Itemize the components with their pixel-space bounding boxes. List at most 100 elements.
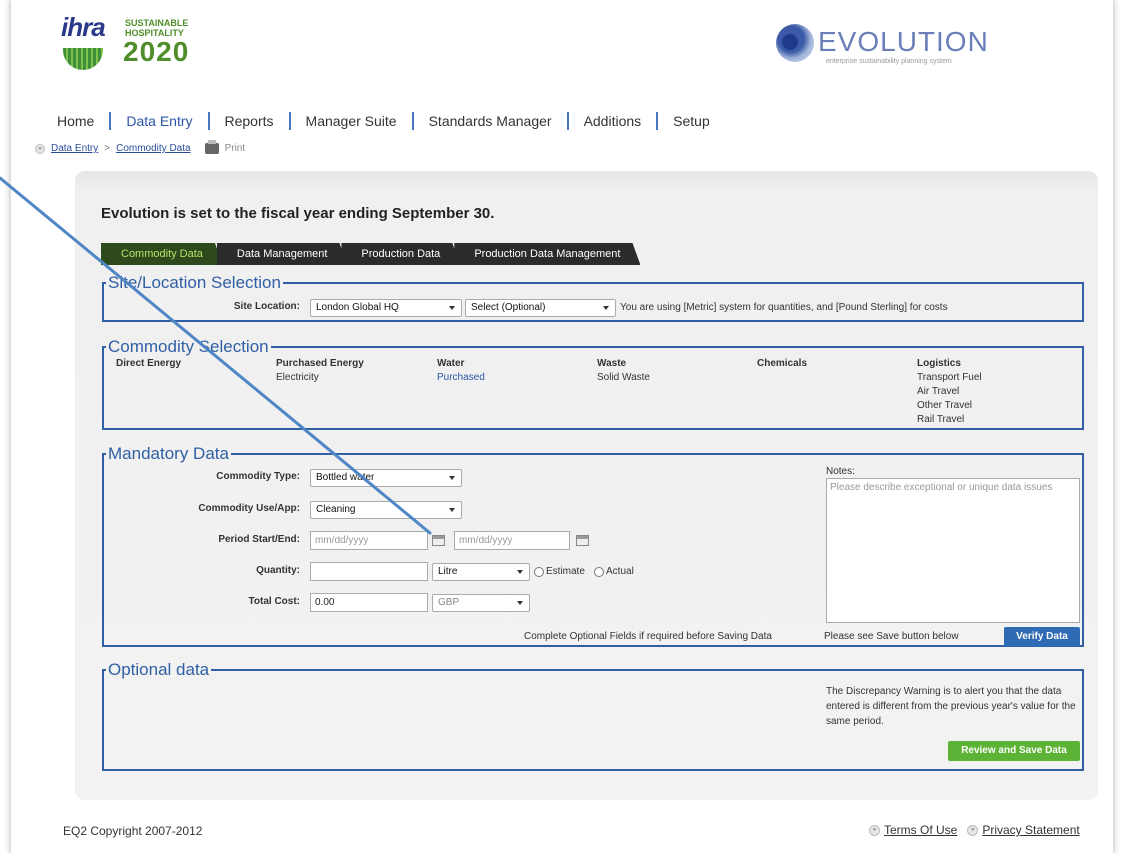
- commodity-type-select[interactable]: Bottled water: [310, 469, 462, 487]
- chevron-down-icon: [517, 570, 523, 574]
- chevron-down-icon: [603, 306, 609, 310]
- ihra-logo-text: ihra: [61, 12, 106, 42]
- notes-textarea[interactable]: Please describe exceptional or unique da…: [826, 478, 1080, 623]
- site-location-select[interactable]: London Global HQ: [310, 299, 462, 317]
- commodity-head-water: Water: [437, 358, 465, 369]
- quantity-input[interactable]: [310, 562, 428, 581]
- commodity-head-waste: Waste: [597, 358, 627, 369]
- copyright: EQ2 Copyright 2007-2012: [63, 824, 203, 838]
- period-end-input[interactable]: mm/dd/yyyy: [454, 531, 570, 550]
- commodity-type-value: Bottled water: [316, 472, 375, 483]
- chevron-down-icon: [449, 476, 455, 480]
- commodity-use-value: Cleaning: [316, 504, 356, 515]
- page: ihra SUSTAINABLE HOSPITALITY 2020 EVOLUT…: [10, 0, 1114, 853]
- data-tabs: Commodity Data Data Management Productio…: [101, 243, 634, 265]
- terms-of-use-link[interactable]: Terms Of Use: [884, 823, 957, 837]
- evolution-tagline: enterprise sustainability planning syste…: [826, 58, 952, 65]
- commodity-selection-section: Commodity Selection Direct Energy Purcha…: [102, 338, 1084, 430]
- commodity-item-solid-waste[interactable]: Solid Waste: [597, 371, 650, 385]
- optional-data-legend: Optional data: [108, 660, 210, 679]
- currency-value: GBP: [438, 597, 460, 608]
- fiscal-year-notice: Evolution is set to the fiscal year endi…: [101, 205, 495, 222]
- breadcrumb-data-entry[interactable]: Data Entry: [51, 143, 98, 154]
- tab-commodity-data[interactable]: Commodity Data: [101, 243, 223, 265]
- quantity-label: Quantity:: [256, 565, 300, 576]
- site-optional-select[interactable]: Select (Optional): [465, 299, 616, 317]
- commodity-item-air-travel[interactable]: Air Travel: [917, 385, 959, 399]
- breadcrumb-separator: >: [104, 143, 111, 154]
- site-location-value: London Global HQ: [316, 302, 399, 313]
- main-panel: Evolution is set to the fiscal year endi…: [75, 171, 1098, 800]
- period-label: Period Start/End:: [218, 534, 300, 545]
- footer-links: » Terms Of Use » Privacy Statement: [859, 823, 1080, 837]
- breadcrumb-bullet-icon: »: [35, 143, 45, 154]
- nav-setup[interactable]: Setup: [658, 112, 725, 130]
- tab-production-data[interactable]: Production Data: [341, 243, 460, 265]
- globe-icon: [63, 48, 103, 70]
- ihra-logo: ihra SUSTAINABLE HOSPITALITY 2020: [59, 12, 209, 78]
- commodity-head-logistics: Logistics: [917, 358, 961, 369]
- actual-radio[interactable]: [594, 567, 604, 577]
- estimate-radio[interactable]: [534, 567, 544, 577]
- commodity-selection-legend: Commodity Selection: [108, 337, 269, 356]
- total-cost-input[interactable]: 0.00: [310, 593, 428, 612]
- print-link[interactable]: Print: [225, 143, 246, 154]
- commodity-head-direct-energy: Direct Energy: [116, 358, 182, 369]
- mandatory-data-legend: Mandatory Data: [108, 444, 229, 463]
- chevron-down-icon: [449, 306, 455, 310]
- calendar-icon[interactable]: [432, 535, 445, 546]
- nav-standards-manager[interactable]: Standards Manager: [414, 112, 569, 130]
- chevron-down-icon: [517, 601, 523, 605]
- nav-reports[interactable]: Reports: [210, 112, 291, 130]
- sustainable-hospitality-text: SUSTAINABLE HOSPITALITY: [125, 18, 189, 38]
- printer-icon[interactable]: [204, 140, 219, 154]
- chevron-down-icon: [449, 508, 455, 512]
- commodity-item-other-travel[interactable]: Other Travel: [917, 399, 972, 413]
- nav-home[interactable]: Home: [57, 112, 112, 130]
- currency-select[interactable]: GBP: [432, 594, 530, 612]
- discrepancy-warning-note: The Discrepancy Warning is to alert you …: [826, 686, 1076, 727]
- breadcrumb-commodity-data[interactable]: Commodity Data: [116, 143, 190, 154]
- main-nav: Home Data Entry Reports Manager Suite St…: [57, 110, 725, 132]
- commodity-item-rail-travel[interactable]: Rail Travel: [917, 413, 964, 427]
- year-2020-text: 2020: [123, 36, 190, 67]
- site-location-section: Site/Location Selection Site Location: L…: [102, 274, 1084, 322]
- commodity-item-purchased[interactable]: Purchased: [437, 371, 485, 385]
- review-save-button[interactable]: Review and Save Data: [948, 741, 1080, 761]
- evolution-logo: EVOLUTION enterprise sustainability plan…: [776, 22, 989, 68]
- estimate-label: Estimate: [546, 566, 585, 577]
- commodity-type-label: Commodity Type:: [216, 471, 300, 482]
- commodity-head-chemicals: Chemicals: [757, 358, 808, 369]
- system-units-note: You are using [Metric] system for quanti…: [620, 302, 948, 313]
- see-save-note: Please see Save button below: [824, 631, 959, 642]
- site-optional-value: Select (Optional): [471, 302, 546, 313]
- footer-bullet-icon: »: [967, 824, 979, 836]
- nav-data-entry[interactable]: Data Entry: [111, 112, 210, 130]
- verify-data-button[interactable]: Verify Data: [1004, 627, 1080, 647]
- calendar-icon[interactable]: [576, 535, 589, 546]
- commodity-use-select[interactable]: Cleaning: [310, 501, 462, 519]
- nav-manager-suite[interactable]: Manager Suite: [291, 112, 414, 130]
- nav-additions[interactable]: Additions: [569, 112, 659, 130]
- breadcrumb: » Data Entry > Commodity Data Print: [35, 140, 246, 154]
- quantity-unit-value: Litre: [438, 566, 458, 577]
- tab-data-management[interactable]: Data Management: [217, 243, 348, 265]
- tab-production-data-management[interactable]: Production Data Management: [454, 243, 640, 265]
- site-location-legend: Site/Location Selection: [108, 273, 281, 292]
- total-cost-label: Total Cost:: [248, 596, 300, 607]
- actual-label: Actual: [606, 566, 634, 577]
- evolution-circle-icon: [776, 24, 814, 62]
- commodity-item-electricity[interactable]: Electricity: [276, 371, 319, 385]
- optional-data-section: Optional data The Discrepancy Warning is…: [102, 661, 1084, 771]
- commodity-use-label: Commodity Use/App:: [198, 503, 300, 514]
- footer-bullet-icon: »: [869, 824, 880, 836]
- complete-optional-note: Complete Optional Fields if required bef…: [524, 631, 772, 642]
- privacy-statement-link[interactable]: Privacy Statement: [982, 823, 1079, 837]
- commodity-head-purchased-energy: Purchased Energy: [276, 358, 364, 369]
- quantity-unit-select[interactable]: Litre: [432, 563, 530, 581]
- evolution-logo-text: EVOLUTION: [818, 26, 989, 57]
- commodity-item-transport-fuel[interactable]: Transport Fuel: [917, 371, 982, 385]
- mandatory-data-section: Mandatory Data Commodity Type: Bottled w…: [102, 445, 1084, 647]
- notes-label: Notes:: [826, 466, 855, 477]
- period-start-input[interactable]: mm/dd/yyyy: [310, 531, 428, 550]
